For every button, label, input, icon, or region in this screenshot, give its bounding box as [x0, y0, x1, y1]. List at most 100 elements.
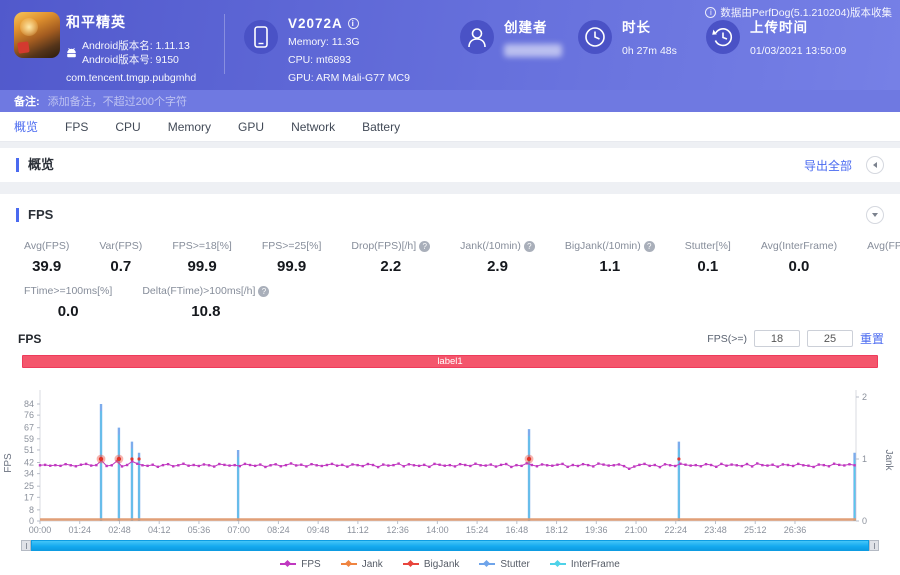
device-info-icon[interactable] — [347, 18, 359, 29]
help-icon[interactable] — [643, 240, 655, 252]
duration-circle — [578, 20, 612, 54]
svg-text:FPS: FPS — [3, 453, 14, 473]
svg-text:23:48: 23:48 — [704, 525, 727, 535]
info-icon — [705, 7, 717, 18]
upload-label: 上传时间 — [750, 20, 808, 35]
stat-label: Avg(FPS) — [24, 240, 70, 252]
tab-Network[interactable]: Network — [291, 120, 335, 134]
legend-item-BigJank[interactable]: BigJank — [402, 558, 460, 570]
svg-text:12:36: 12:36 — [386, 525, 409, 535]
stat-item: Jank(/10min) 2.9 — [460, 240, 535, 275]
overview-title: 概览 — [16, 158, 54, 172]
help-icon[interactable] — [523, 240, 535, 252]
stutter-spikes-series — [99, 404, 856, 521]
note-label: 备注: — [14, 96, 40, 108]
collapse-left-button[interactable] — [866, 156, 884, 174]
tab-Battery[interactable]: Battery — [362, 120, 400, 134]
legend-marker — [479, 563, 496, 565]
duration-value: 0h 27m 48s — [622, 45, 677, 57]
stat-value: 0.7 — [110, 258, 132, 275]
stat-value: 99.9 — [277, 258, 307, 275]
svg-text:26:36: 26:36 — [784, 525, 807, 535]
svg-text:07:00: 07:00 — [227, 525, 250, 535]
legend-item-Jank[interactable]: Jank — [340, 558, 383, 570]
svg-text:05:36: 05:36 — [188, 525, 211, 535]
tab-FPS[interactable]: FPS — [65, 120, 88, 134]
stat-value: 1.1 — [599, 258, 621, 275]
svg-text:11:12: 11:12 — [347, 525, 369, 535]
svg-text:51: 51 — [24, 445, 34, 455]
stat-value: 39.9 — [867, 258, 900, 275]
perfdog-report-page: 数据由PerfDog(5.1.210204)版本收集 和平精英 Android版… — [0, 0, 900, 575]
chevron-down-icon — [872, 213, 878, 220]
stat-item: FTime>=100ms[%] 0.0 — [24, 285, 112, 320]
tab-概览[interactable]: 概览 — [14, 118, 38, 135]
stat-item: FPS>=25[%] 99.9 — [262, 240, 322, 275]
stat-item: Avg(FPS+InterFrame) 39.9 — [867, 240, 900, 275]
svg-text:59: 59 — [24, 434, 34, 444]
creator-label: 创建者 — [504, 20, 548, 35]
svg-text:8: 8 — [29, 505, 34, 515]
stat-label: Delta(FTime)>100ms[/h] — [142, 285, 270, 297]
device-info-block: V2072A Memory: 11.3G CPU: mt6893 GPU: AR… — [288, 16, 410, 85]
svg-text:22:24: 22:24 — [665, 525, 688, 535]
tab-bar: 概览 FPS CPU Memory GPU Network Battery — [0, 112, 900, 142]
collapse-down-button[interactable] — [866, 206, 884, 224]
svg-text:14:00: 14:00 — [426, 525, 449, 535]
stat-value: 0.0 — [788, 258, 810, 275]
fps-chart-title: FPS — [18, 331, 42, 346]
export-all-link[interactable]: 导出全部 — [804, 157, 852, 174]
note-bar: 备注: 添加备注，不超过200个字符 — [0, 90, 900, 112]
clock-icon — [585, 27, 605, 47]
legend-item-InterFrame[interactable]: InterFrame — [549, 558, 620, 570]
stat-value: 2.2 — [380, 258, 402, 275]
chevron-left-icon — [870, 162, 877, 168]
tab-Memory[interactable]: Memory — [168, 120, 211, 134]
tab-CPU[interactable]: CPU — [115, 120, 140, 134]
fps-threshold-input-1[interactable] — [753, 330, 800, 347]
svg-text:2: 2 — [862, 392, 867, 402]
legend-label: BigJank — [423, 558, 460, 570]
reset-link[interactable]: 重置 — [860, 330, 884, 347]
stat-value: 0.1 — [697, 258, 719, 275]
upload-circle — [706, 20, 740, 54]
svg-text:67: 67 — [24, 423, 34, 433]
scrollbar-right-handle[interactable] — [869, 540, 879, 551]
svg-text:42: 42 — [24, 458, 34, 468]
creator-block: 创建者 — [504, 16, 562, 57]
app-icon — [14, 12, 60, 58]
legend-item-Stutter[interactable]: Stutter — [479, 558, 530, 570]
svg-text:0: 0 — [862, 516, 867, 526]
stat-label: Stutter[%] — [684, 240, 731, 252]
fps-threshold-input-2[interactable] — [806, 330, 853, 347]
device-gpu: GPU: ARM Mali-G77 MC9 — [288, 72, 410, 84]
android-version: Android版本名: 1.11.13 — [82, 40, 190, 52]
scrollbar-track[interactable] — [31, 540, 869, 551]
chart-range-scrollbar — [21, 540, 879, 551]
svg-text:25:12: 25:12 — [744, 525, 767, 535]
legend-item-FPS[interactable]: FPS — [280, 559, 321, 570]
stat-label: FPS>=25[%] — [261, 240, 322, 252]
note-input-placeholder[interactable]: 添加备注，不超过200个字符 — [48, 93, 187, 109]
legend-label: InterFrame — [570, 558, 620, 570]
stat-item: Var(FPS) 0.7 — [99, 240, 142, 275]
legend-label: Jank — [361, 558, 383, 570]
stat-label: FPS>=18[%] — [172, 240, 232, 252]
chart-legend: FPS Jank BigJank Stutter InterFrame — [0, 557, 900, 571]
chart-label-banner[interactable]: label1 — [22, 355, 878, 368]
stat-item: Stutter[%] 0.1 — [685, 240, 731, 275]
stat-item: BigJank(/10min) 1.1 — [565, 240, 655, 275]
svg-text:19:36: 19:36 — [585, 525, 608, 535]
tab-GPU[interactable]: GPU — [238, 120, 264, 134]
scrollbar-left-handle[interactable] — [21, 540, 31, 551]
svg-text:84: 84 — [24, 399, 34, 409]
stat-label: FTime>=100ms[%] — [24, 285, 113, 297]
help-icon[interactable] — [419, 240, 431, 252]
legend-label: Stutter — [500, 558, 530, 570]
stat-label: BigJank(/10min) — [565, 240, 655, 252]
stat-value: 99.9 — [187, 258, 217, 275]
fps-chart[interactable]: 0817253442515967768401200:00 01:24 02:48 04… — [0, 368, 898, 538]
android-icon — [67, 47, 76, 58]
duration-block: 时长 0h 27m 48s — [622, 16, 677, 58]
help-icon[interactable] — [258, 285, 270, 297]
